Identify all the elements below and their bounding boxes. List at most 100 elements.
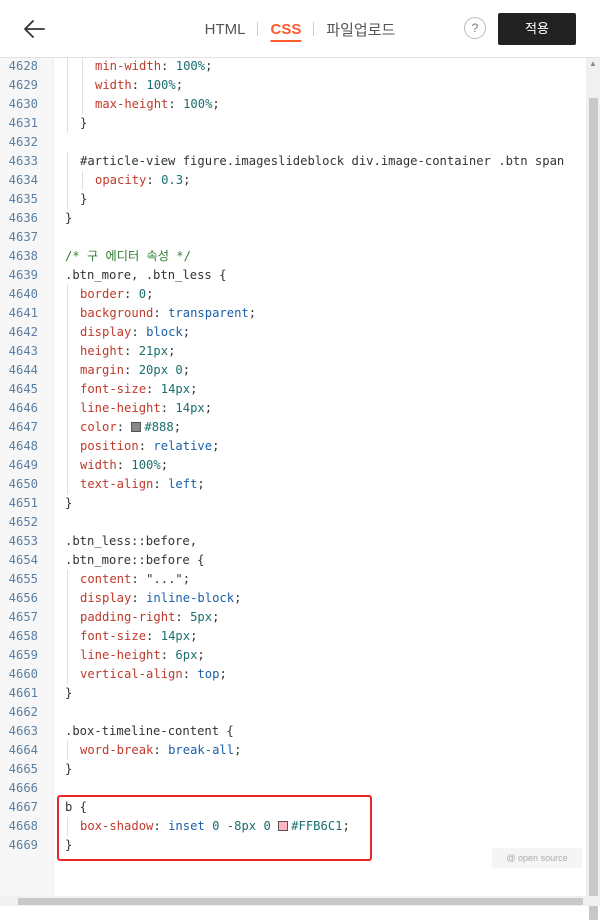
- code-line: 4638 /* 구 에디터 속성 */: [0, 247, 586, 266]
- line-number: 4655: [8, 572, 38, 586]
- code-text: width: 100%;: [95, 76, 183, 95]
- indent-guide: [67, 665, 68, 684]
- line-number: 4640: [8, 287, 38, 301]
- code-line: 4633 #article-view figure.imageslideblock…: [0, 152, 586, 171]
- code-token: :: [116, 420, 132, 434]
- code-token: color: [80, 420, 117, 434]
- tab-css[interactable]: CSS: [268, 21, 303, 38]
- indent-guide: [67, 570, 68, 589]
- code-token: ;: [234, 743, 242, 757]
- line-number: 4664: [8, 743, 38, 757]
- line-number: 4642: [8, 325, 38, 339]
- code-token: :: [138, 439, 154, 453]
- code-line: 4636}: [0, 209, 586, 228]
- tab-divider: [313, 22, 315, 36]
- code-token: :: [168, 97, 184, 111]
- line-number: 4628: [8, 59, 38, 73]
- apply-button[interactable]: 적용: [498, 13, 576, 45]
- code-text: padding-right: 5px;: [80, 608, 219, 627]
- code-line: 4641 background: transparent;: [0, 304, 586, 323]
- indent-guide: [67, 323, 68, 342]
- code-token: .btn_more, .btn_less {: [65, 268, 227, 282]
- code-token: content: [80, 572, 132, 586]
- code-text: font-size: 14px;: [80, 627, 197, 646]
- line-number: 4641: [8, 306, 38, 320]
- code-token: font-size: [80, 382, 147, 396]
- code-token: text-align: [80, 477, 154, 491]
- back-arrow-icon[interactable]: [20, 14, 50, 44]
- code-token: .btn_more::before {: [65, 553, 205, 567]
- line-number: 4662: [8, 705, 38, 719]
- code-token: ;: [182, 363, 191, 377]
- line-number: 4630: [8, 97, 38, 111]
- code-text: .box-timeline-content {: [65, 722, 234, 741]
- code-line: 4648 position: relative;: [0, 437, 586, 456]
- code-token: }: [80, 116, 88, 130]
- code-token: ;: [160, 458, 169, 472]
- code-token: 100%: [146, 78, 176, 92]
- code-text: line-height: 14px;: [80, 399, 212, 418]
- line-number: 4647: [8, 420, 38, 434]
- code-line: 4651}: [0, 494, 586, 513]
- code-text: }: [65, 684, 72, 703]
- code-text: word-break: break-all;: [80, 741, 241, 760]
- tab-html[interactable]: HTML: [203, 21, 248, 38]
- horizontal-scrollbar-thumb[interactable]: [18, 898, 583, 905]
- line-number: 4646: [8, 401, 38, 415]
- code-token: 5px: [190, 610, 213, 624]
- code-token: width: [95, 78, 132, 92]
- line-number: 4657: [8, 610, 38, 624]
- vertical-scrollbar[interactable]: ▲: [586, 58, 600, 920]
- code-token: ;: [197, 648, 205, 662]
- indent-guide: [67, 190, 68, 209]
- code-line: 4643 height: 21px;: [0, 342, 586, 361]
- code-token: 20px 0: [138, 363, 183, 377]
- code-token: :: [124, 363, 139, 377]
- tab-file-upload[interactable]: 파일업로드: [324, 19, 397, 40]
- code-token: }: [65, 496, 73, 510]
- code-token: ;: [146, 287, 154, 301]
- indent-guide: [67, 589, 68, 608]
- vertical-scrollbar-thumb[interactable]: [589, 98, 598, 920]
- horizontal-scrollbar[interactable]: [0, 896, 600, 906]
- code-text: height: 21px;: [80, 342, 175, 361]
- indent-guide: [67, 627, 68, 646]
- code-text: #article-view figure.imageslideblock div…: [80, 152, 564, 171]
- code-text: content: "...";: [80, 570, 190, 589]
- code-line: 4660 vertical-align: top;: [0, 665, 586, 684]
- code-line: 4653 .btn_less::before,: [0, 532, 586, 551]
- code-text: vertical-align: top;: [80, 665, 227, 684]
- line-number: 4666: [8, 781, 38, 795]
- code-token: block: [146, 325, 183, 339]
- code-token: position: [80, 439, 139, 453]
- code-line: 4637: [0, 228, 586, 247]
- code-token: break-all: [168, 743, 235, 757]
- line-number: 4660: [8, 667, 38, 681]
- color-swatch: [131, 422, 142, 432]
- help-icon[interactable]: ?: [464, 17, 486, 39]
- code-line: 4656 display: inline-block;: [0, 589, 586, 608]
- line-number: 4653: [8, 534, 38, 548]
- indent-guide: [67, 76, 68, 95]
- indent-guide: [67, 741, 68, 760]
- code-token: ;: [204, 401, 213, 415]
- code-token: display: [80, 325, 132, 339]
- code-text: .btn_more::before {: [65, 551, 204, 570]
- code-token: line-height: [80, 401, 161, 415]
- code-token: border: [80, 287, 125, 301]
- line-number: 4652: [8, 515, 38, 529]
- code-line: 4657 padding-right: 5px;: [0, 608, 586, 627]
- indent-guide: [67, 380, 68, 399]
- code-editor[interactable]: 4628 min-width: 100%; 4629 width: 100%; 4630…: [0, 58, 586, 896]
- indent-guide: [67, 361, 68, 380]
- line-number: 4639: [8, 268, 38, 282]
- code-text: display: block;: [80, 323, 190, 342]
- scroll-up-arrow-icon[interactable]: ▲: [589, 59, 597, 68]
- indent-guide: [67, 114, 68, 133]
- code-token: :: [131, 78, 147, 92]
- indent-guide: [82, 171, 83, 190]
- indent-guide: [67, 456, 68, 475]
- code-token: :: [182, 667, 198, 681]
- code-token: 6px: [175, 648, 198, 662]
- line-number: 4669: [8, 838, 38, 852]
